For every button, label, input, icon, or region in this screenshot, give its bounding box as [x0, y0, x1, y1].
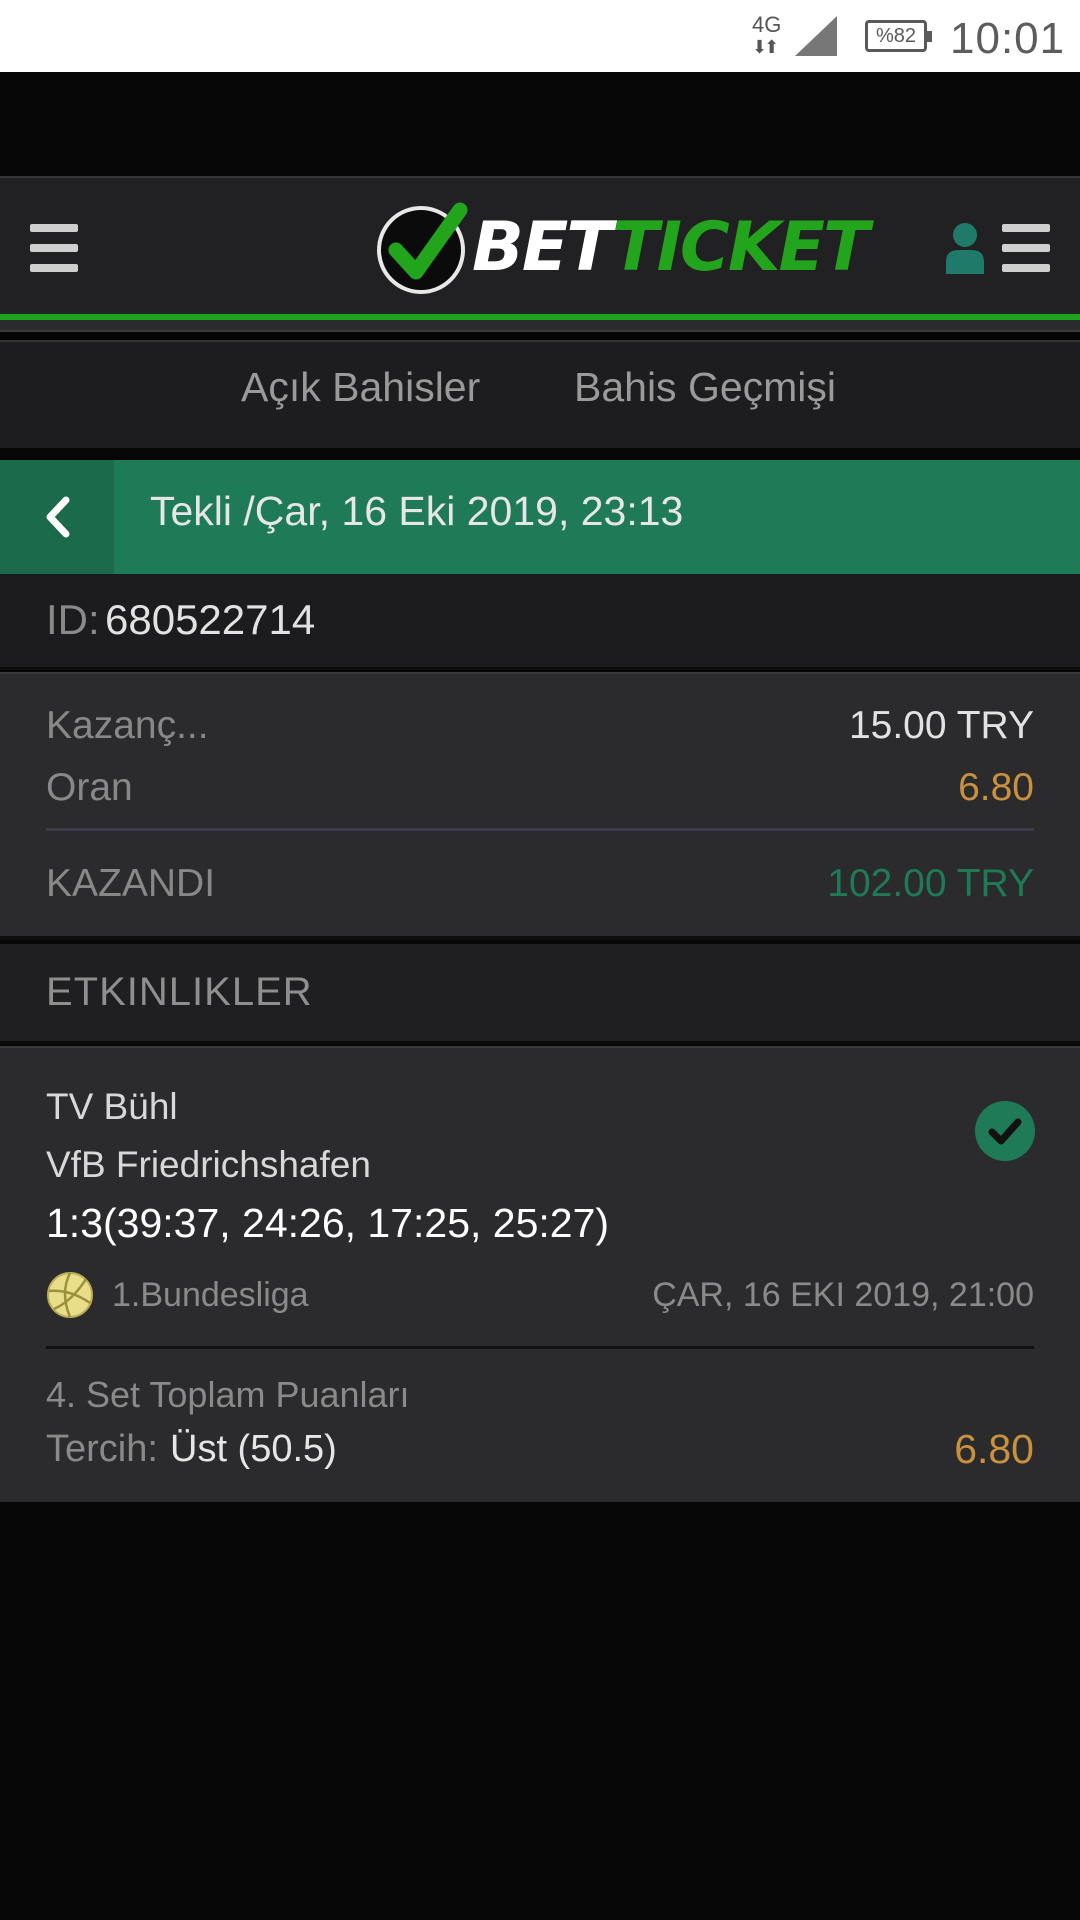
- preference-label: Tercih:: [46, 1428, 158, 1470]
- check-logo-icon: [377, 202, 468, 294]
- header-divider: [0, 320, 1080, 332]
- status-bar: 4G ⬇⬆ %82 10:01: [0, 0, 1080, 72]
- odds-value: 6.80: [958, 766, 1034, 809]
- bet-id-value: 680522714: [105, 596, 316, 643]
- tab-open-bets[interactable]: Açık Bahisler: [241, 364, 480, 411]
- chevron-left-icon: [46, 496, 70, 538]
- events-section-title: ETKINLIKLER: [46, 970, 313, 1014]
- network-type: 4G: [752, 12, 782, 37]
- bet-id-label: ID:: [46, 596, 100, 643]
- blank-band: [0, 72, 1080, 176]
- logo-part-1: BET: [472, 208, 614, 287]
- data-arrows-icon: ⬇⬆: [752, 37, 779, 57]
- signal-icon: [795, 16, 837, 56]
- summary-divider: [46, 828, 1034, 831]
- result-value: 102.00 TRY: [827, 862, 1034, 905]
- result-label: KAZANDI: [46, 862, 216, 905]
- bets-tabs: [0, 340, 1080, 448]
- clock: 10:01: [950, 14, 1066, 63]
- back-button[interactable]: [0, 460, 114, 574]
- market-name: 4. Set Toplam Puanları: [46, 1374, 410, 1415]
- volleyball-icon: [47, 1272, 93, 1318]
- stake-value: 15.00 TRY: [848, 704, 1034, 747]
- home-team: TV Bühl: [46, 1086, 178, 1127]
- battery-icon: %82: [865, 20, 932, 52]
- preference-odds: 6.80: [954, 1426, 1034, 1472]
- event-date: ÇAR, 16 EKI 2019, 21:00: [652, 1276, 1034, 1314]
- account-menu-icon[interactable]: [1002, 224, 1050, 272]
- preference-value: Üst (50.5): [170, 1428, 337, 1470]
- logo-wordmark: BETTICKET: [472, 208, 869, 288]
- logo-part-2: TICKET: [612, 208, 869, 287]
- odds-label: Oran: [46, 766, 133, 809]
- user-icon[interactable]: [944, 222, 986, 274]
- app-logo[interactable]: BETTICKET: [376, 202, 869, 296]
- league-name: 1.Bundesliga: [112, 1276, 309, 1314]
- won-status-badge: [975, 1101, 1035, 1161]
- bet-title: Tekli /Çar, 16 Eki 2019, 23:13: [150, 488, 684, 534]
- match-score: 1:3(39:37, 24:26, 17:25, 25:27): [46, 1200, 610, 1246]
- network-indicator: 4G ⬇⬆: [752, 14, 788, 60]
- away-team: VfB Friedrichshafen: [46, 1144, 371, 1185]
- main-menu-icon[interactable]: [30, 224, 78, 272]
- stake-label: Kazanç...: [46, 704, 209, 747]
- tab-bet-history[interactable]: Bahis Geçmişi: [574, 364, 836, 411]
- check-icon: [988, 1118, 1022, 1145]
- event-divider: [46, 1346, 1034, 1349]
